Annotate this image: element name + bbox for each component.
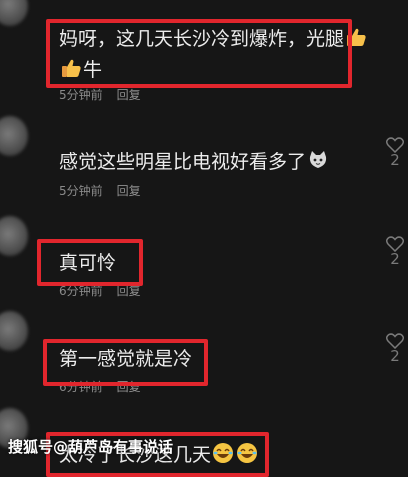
like-button[interactable]: 2: [386, 137, 404, 169]
comment-text: 感觉这些明星比电视好看多了: [59, 147, 330, 178]
comment-text-body: 感觉这些明星比电视好看多了: [59, 151, 307, 173]
like-button[interactable]: 2: [386, 236, 404, 268]
watermark: 搜狐号@葫芦岛有事说话: [8, 438, 174, 456]
reply-button[interactable]: 回复: [117, 86, 141, 103]
comment-meta: 5分钟前 回复: [59, 86, 141, 103]
cat-emoji-icon: [307, 149, 329, 171]
avatar[interactable]: [0, 0, 28, 26]
like-count: 2: [390, 151, 400, 169]
like-count: 2: [390, 347, 400, 365]
avatar[interactable]: [0, 116, 28, 156]
avatar[interactable]: [0, 216, 28, 256]
highlight-box: [46, 19, 352, 88]
comment-time: 5分钟前: [59, 184, 103, 198]
like-button[interactable]: 2: [386, 333, 404, 365]
like-count: 2: [390, 250, 400, 268]
highlight-box: [37, 239, 143, 286]
avatar[interactable]: [0, 311, 28, 351]
highlight-box: [43, 339, 208, 386]
comment-time: 5分钟前: [59, 88, 103, 102]
reply-button[interactable]: 回复: [117, 182, 141, 199]
comment-meta: 5分钟前 回复: [59, 182, 141, 199]
